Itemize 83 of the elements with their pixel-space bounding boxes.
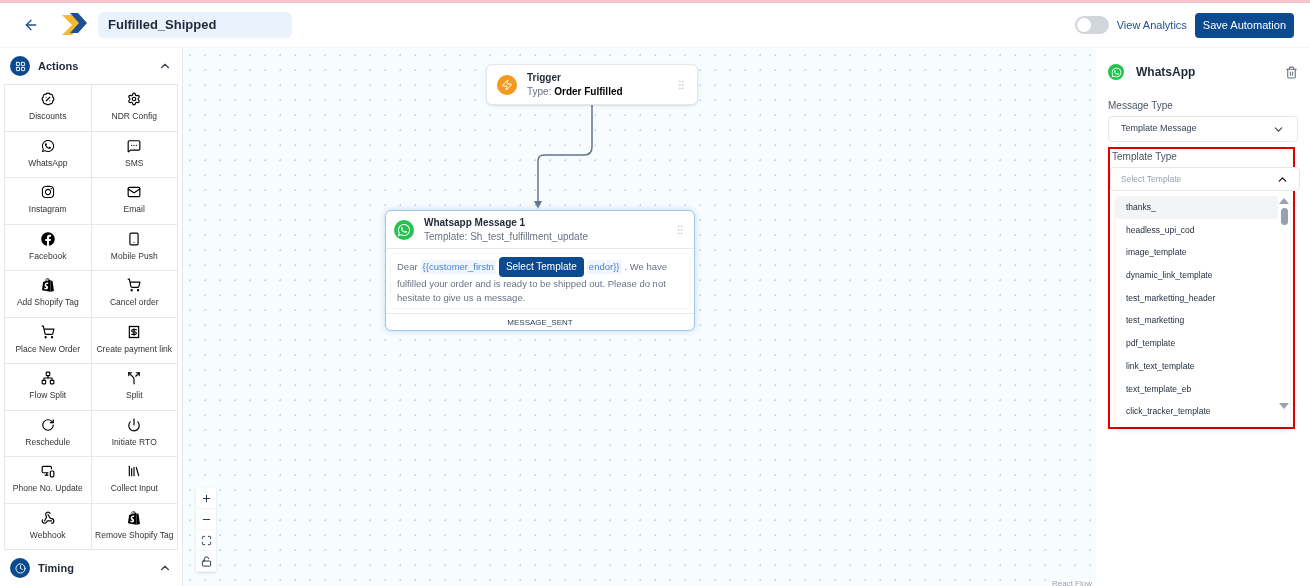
dropdown-option[interactable]: pdf_template xyxy=(1116,332,1278,355)
envelope-icon xyxy=(127,185,142,200)
books-icon xyxy=(127,464,142,479)
action-tile[interactable]: Add Shopify Tag xyxy=(5,271,91,317)
action-tile[interactable]: Collect Input xyxy=(91,457,177,503)
field-label: Template Type xyxy=(1111,150,1178,164)
plus-icon xyxy=(200,492,212,504)
section-title: Actions xyxy=(38,58,80,74)
message-node[interactable] xyxy=(385,210,695,331)
webhook-icon xyxy=(40,510,55,525)
action-tile[interactable]: Mobile Push xyxy=(91,224,177,270)
variable-chip: {{customer_firstn xyxy=(420,260,496,274)
dropdown-option[interactable]: test_marketting xyxy=(1116,309,1278,333)
message-text: . We have xyxy=(624,260,668,274)
trigger-node[interactable]: Trigger Type: Order Fulfilled xyxy=(486,64,698,105)
dropdown-option[interactable]: dynamic_link_template xyxy=(1116,264,1278,287)
shopping-bag-icon xyxy=(40,278,55,293)
action-tile[interactable]: Place New Order xyxy=(5,317,91,363)
trash-icon[interactable] xyxy=(1285,65,1298,79)
template-name: Template: Sh_test_fulfillment_update xyxy=(424,229,589,244)
trigger-type: Type: Order Fulfilled xyxy=(527,84,624,99)
dropdown-option[interactable]: headless_upi_cod xyxy=(1116,218,1278,242)
variable-chip: endor}} xyxy=(586,260,622,274)
whatsapp-icon xyxy=(394,219,414,240)
automation-name-field[interactable]: Fulfilled_Shipped xyxy=(98,12,292,38)
facebook-icon xyxy=(40,231,55,246)
cart-icon xyxy=(127,278,142,293)
message-type-select[interactable]: Template Message xyxy=(1108,116,1298,142)
dropdown-option[interactable]: test_marketting_header xyxy=(1116,286,1278,310)
action-tile[interactable]: Email xyxy=(91,178,177,224)
dropdown-option[interactable]: link_text_template xyxy=(1116,354,1278,378)
cart-icon xyxy=(40,324,55,339)
action-tile[interactable]: Phone No. Update xyxy=(5,457,91,503)
action-tile[interactable]: SMS xyxy=(91,131,177,177)
action-tile[interactable]: Create payment link xyxy=(91,317,177,363)
flow-split-icon xyxy=(40,371,55,386)
power-icon xyxy=(127,417,142,432)
section-title: Timing xyxy=(38,560,75,576)
panel-title: WhatsApp xyxy=(1136,64,1197,81)
lightning-icon xyxy=(497,74,517,95)
action-tile[interactable]: Reschedule xyxy=(5,410,91,456)
action-tile[interactable]: Initiate RTO xyxy=(91,410,177,456)
clock-icon xyxy=(10,558,30,578)
node-title: Trigger xyxy=(527,70,562,85)
drag-handle-icon[interactable] xyxy=(675,78,687,91)
action-tile[interactable]: Facebook xyxy=(5,224,91,270)
redo-icon xyxy=(40,417,55,432)
field-label: Message Type xyxy=(1108,99,1174,113)
phone-icon xyxy=(127,231,142,246)
action-tile[interactable]: Webhook xyxy=(5,503,91,549)
fit-view-icon xyxy=(200,534,212,546)
chat-bubble-icon xyxy=(127,138,142,153)
grid-icon xyxy=(10,56,30,76)
select-template-button[interactable]: Select Template xyxy=(498,257,584,277)
receipt-icon xyxy=(127,324,142,339)
dropdown-option[interactable]: thanks_ xyxy=(1116,196,1278,219)
output-label: MESSAGE_SENT xyxy=(386,313,694,330)
padlock-icon xyxy=(200,555,212,567)
split-icon xyxy=(127,371,142,386)
action-tile[interactable]: Cancel order xyxy=(91,271,177,317)
whatsapp-icon xyxy=(40,138,55,153)
instagram-icon xyxy=(40,185,55,200)
message-text: fulfilled your order and is ready to be shipped out. Please do not hesitate to give us a message. xyxy=(397,277,667,305)
action-tile[interactable]: NDR Config xyxy=(91,85,177,131)
message-text: Dear xyxy=(397,260,418,274)
node-title: Whatsapp Message 1 xyxy=(424,215,527,230)
dropdown-option[interactable]: click_tracker_template xyxy=(1116,400,1278,423)
action-tile[interactable]: Discounts xyxy=(5,85,91,131)
drag-handle-icon[interactable] xyxy=(674,223,686,236)
settings-icon xyxy=(127,92,142,107)
action-tile[interactable]: Instagram xyxy=(5,178,91,224)
shopping-bag-icon xyxy=(127,510,142,525)
whatsapp-icon xyxy=(1108,64,1124,80)
dropdown-option[interactable]: text_template_eb xyxy=(1116,377,1278,401)
dropdown-option[interactable]: image_template xyxy=(1116,241,1278,265)
action-tile[interactable]: Split xyxy=(91,364,177,410)
percent-badge-icon xyxy=(40,92,55,107)
action-tile[interactable]: Remove Shopify Tag xyxy=(91,503,177,549)
view-analytics-label[interactable]: View Analytics xyxy=(1116,16,1187,34)
save-automation-button[interactable]: Save Automation xyxy=(1194,12,1294,38)
analytics-toggle[interactable] xyxy=(1074,16,1109,34)
action-tile[interactable]: Flow Split xyxy=(5,364,91,410)
action-tile[interactable]: WhatsApp xyxy=(5,131,91,177)
